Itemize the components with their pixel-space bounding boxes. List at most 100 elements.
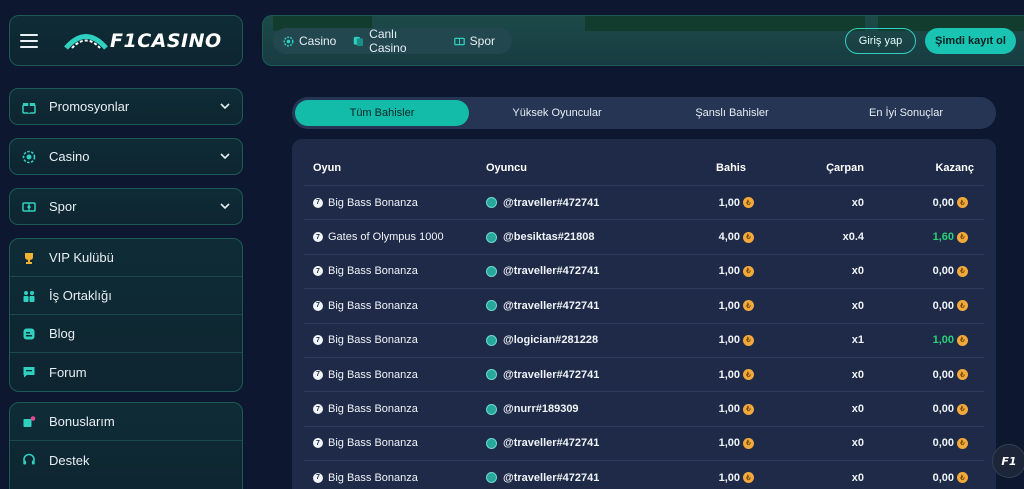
table-row[interactable]: 7 Big Bass Bonanza @traveller#472741 1,00 ₺ x… bbox=[304, 253, 984, 288]
top-nav-casino[interactable]: Casino bbox=[283, 34, 336, 48]
top-nav-label: Casino bbox=[299, 34, 337, 48]
coin-icon: ₺ bbox=[743, 369, 754, 381]
live-casino-icon bbox=[354, 36, 364, 46]
cell-game[interactable]: 7 Big Bass Bonanza bbox=[304, 369, 474, 381]
cell-bet: 1,00 ₺ bbox=[644, 197, 754, 209]
bets-table: Oyun Oyuncu Bahis Çarpan Kazanç 7 Big Bas… bbox=[292, 139, 996, 489]
sidebar-header: F1CASINO bbox=[9, 15, 243, 66]
table-row[interactable]: 7 Big Bass Bonanza @traveller#472741 1,00 ₺ x… bbox=[304, 460, 984, 489]
floating-logo-button[interactable]: F1 bbox=[992, 444, 1024, 478]
table-row[interactable]: 7 Big Bass Bonanza @traveller#472741 1,00 ₺ x… bbox=[304, 357, 984, 391]
sidebar-item-label: Destek bbox=[49, 452, 90, 468]
cell-player[interactable]: @traveller#472741 bbox=[474, 265, 644, 277]
sport-icon bbox=[21, 199, 37, 215]
sidebar-item-label: Casino bbox=[49, 149, 90, 164]
register-button[interactable]: Şimdi kayıt ol bbox=[925, 28, 1016, 54]
sidebar-item-bonuses[interactable]: Bonuslarım bbox=[10, 403, 242, 441]
cell-game[interactable]: 7 Big Bass Bonanza bbox=[304, 437, 474, 449]
table-row[interactable]: 7 Gates of Olympus 1000 @besiktas#21808 4,0… bbox=[304, 219, 984, 253]
cell-player[interactable]: @nurr#189309 bbox=[474, 403, 644, 415]
table-row[interactable]: 7 Big Bass Bonanza @nurr#189309 1,00 ₺ x0 0,00… bbox=[304, 391, 984, 425]
game-icon: 7 bbox=[313, 232, 323, 243]
cell-game[interactable]: 7 Big Bass Bonanza bbox=[304, 472, 474, 484]
table-row[interactable]: 7 Big Bass Bonanza @traveller#472741 1,00 ₺ x… bbox=[304, 185, 984, 219]
sidebar-item-casino[interactable]: Casino bbox=[9, 138, 243, 175]
cell-game[interactable]: 7 Gates of Olympus 1000 bbox=[304, 231, 474, 243]
cell-player[interactable]: @logician#281228 bbox=[474, 334, 644, 346]
tab-top-results[interactable]: En İyi Sonuçlar bbox=[819, 100, 993, 126]
win-amount: 0,00 bbox=[932, 471, 954, 484]
table-row[interactable]: 7 Big Bass Bonanza @traveller#472741 1,00 ₺ x… bbox=[304, 425, 984, 460]
win-amount: 1,60 bbox=[932, 231, 954, 244]
chevron-down-icon[interactable] bbox=[219, 200, 231, 212]
game-icon: 7 bbox=[313, 404, 323, 415]
cell-game[interactable]: 7 Big Bass Bonanza bbox=[304, 334, 474, 346]
bets-tabs: Tüm Bahisler Yüksek Oyuncular Şanslı Bah… bbox=[292, 97, 996, 129]
cell-player[interactable]: @besiktas#21808 bbox=[474, 231, 644, 243]
player-name: @traveller#472741 bbox=[503, 437, 600, 450]
coin-icon: ₺ bbox=[957, 334, 968, 346]
cell-player[interactable]: @traveller#472741 bbox=[474, 369, 644, 381]
tab-lucky-bets[interactable]: Şanslı Bahisler bbox=[645, 100, 819, 126]
cell-win: 0,00 ₺ bbox=[872, 197, 984, 209]
sidebar-item-label: Spor bbox=[49, 199, 77, 214]
table-row[interactable]: 7 Big Bass Bonanza @traveller#472741 1,00 ₺ x… bbox=[304, 288, 984, 322]
cell-multiplier: x0 bbox=[851, 437, 864, 450]
coin-icon: ₺ bbox=[743, 231, 754, 243]
tab-all-bets[interactable]: Tüm Bahisler bbox=[295, 100, 469, 126]
cell-player[interactable]: @traveller#472741 bbox=[474, 472, 644, 484]
player-name: @traveller#472741 bbox=[503, 196, 600, 209]
cell-game[interactable]: 7 Big Bass Bonanza bbox=[304, 197, 474, 209]
avatar-icon bbox=[486, 265, 497, 277]
bet-amount: 1,00 bbox=[718, 334, 740, 347]
sidebar-item-vip[interactable]: VIP Kulübü bbox=[10, 239, 242, 277]
coin-icon: ₺ bbox=[743, 334, 754, 346]
game-name: Big Bass Bonanza bbox=[328, 299, 418, 312]
cell-win: 0,00 ₺ bbox=[872, 403, 984, 415]
game-icon: 7 bbox=[313, 266, 323, 277]
player-name: @besiktas#21808 bbox=[503, 231, 595, 244]
avatar-icon bbox=[486, 334, 497, 346]
top-nav-live-casino[interactable]: Canlı Casino bbox=[353, 27, 436, 55]
sidebar-item-blog[interactable]: Blog bbox=[10, 315, 242, 353]
top-nav-label: Canlı Casino bbox=[369, 27, 407, 55]
cell-game[interactable]: 7 Big Bass Bonanza bbox=[304, 300, 474, 312]
blog-icon bbox=[21, 326, 37, 342]
cell-player[interactable]: @traveller#472741 bbox=[474, 300, 644, 312]
cell-player[interactable]: @traveller#472741 bbox=[474, 197, 644, 209]
cell-player[interactable]: @traveller#472741 bbox=[474, 437, 644, 449]
cell-game[interactable]: 7 Big Bass Bonanza bbox=[304, 403, 474, 415]
coin-icon: ₺ bbox=[957, 369, 968, 381]
cell-multiplier: x0.4 bbox=[842, 231, 864, 244]
coin-icon: ₺ bbox=[743, 403, 754, 415]
tab-high-rollers[interactable]: Yüksek Oyuncular bbox=[469, 100, 645, 126]
top-nav-label: Spor bbox=[469, 34, 495, 48]
cell-win: 0,00 ₺ bbox=[872, 300, 984, 312]
chevron-down-icon[interactable] bbox=[219, 100, 231, 112]
sidebar-item-promotions[interactable]: Promosyonlar bbox=[9, 88, 243, 125]
sidebar-item-support[interactable]: Destek bbox=[10, 441, 242, 479]
table-row[interactable]: 7 Big Bass Bonanza @logician#281228 1,00 ₺ x1… bbox=[304, 322, 984, 357]
sidebar-item-forum[interactable]: Forum bbox=[10, 353, 242, 391]
coin-icon: ₺ bbox=[957, 197, 968, 209]
top-nav-sport[interactable]: Spor bbox=[453, 34, 495, 48]
avatar-icon bbox=[486, 403, 497, 415]
brand-logo[interactable]: F1CASINO bbox=[64, 30, 222, 52]
banner-thumbnail[interactable] bbox=[585, 16, 865, 31]
cell-win: 0,00 ₺ bbox=[872, 265, 984, 277]
sidebar-item-label: VIP Kulübü bbox=[49, 250, 114, 265]
win-amount: 0,00 bbox=[932, 299, 954, 312]
sidebar-item-partners[interactable]: İş Ortaklığı bbox=[10, 277, 242, 315]
chevron-down-icon[interactable] bbox=[219, 150, 231, 162]
cell-win: 0,00 ₺ bbox=[872, 472, 984, 484]
menu-icon[interactable] bbox=[20, 33, 38, 48]
cell-game[interactable]: 7 Big Bass Bonanza bbox=[304, 265, 474, 277]
sidebar-item-sport[interactable]: Spor bbox=[9, 188, 243, 225]
cell-bet: 1,00 ₺ bbox=[644, 472, 754, 484]
cell-multiplier: x0 bbox=[851, 403, 864, 416]
cell-multiplier: x1 bbox=[851, 334, 864, 347]
sidebar-item-label: İş Ortaklığı bbox=[49, 288, 112, 303]
login-button[interactable]: Giriş yap bbox=[845, 28, 916, 54]
coin-icon: ₺ bbox=[743, 300, 754, 312]
game-icon: 7 bbox=[313, 300, 323, 311]
